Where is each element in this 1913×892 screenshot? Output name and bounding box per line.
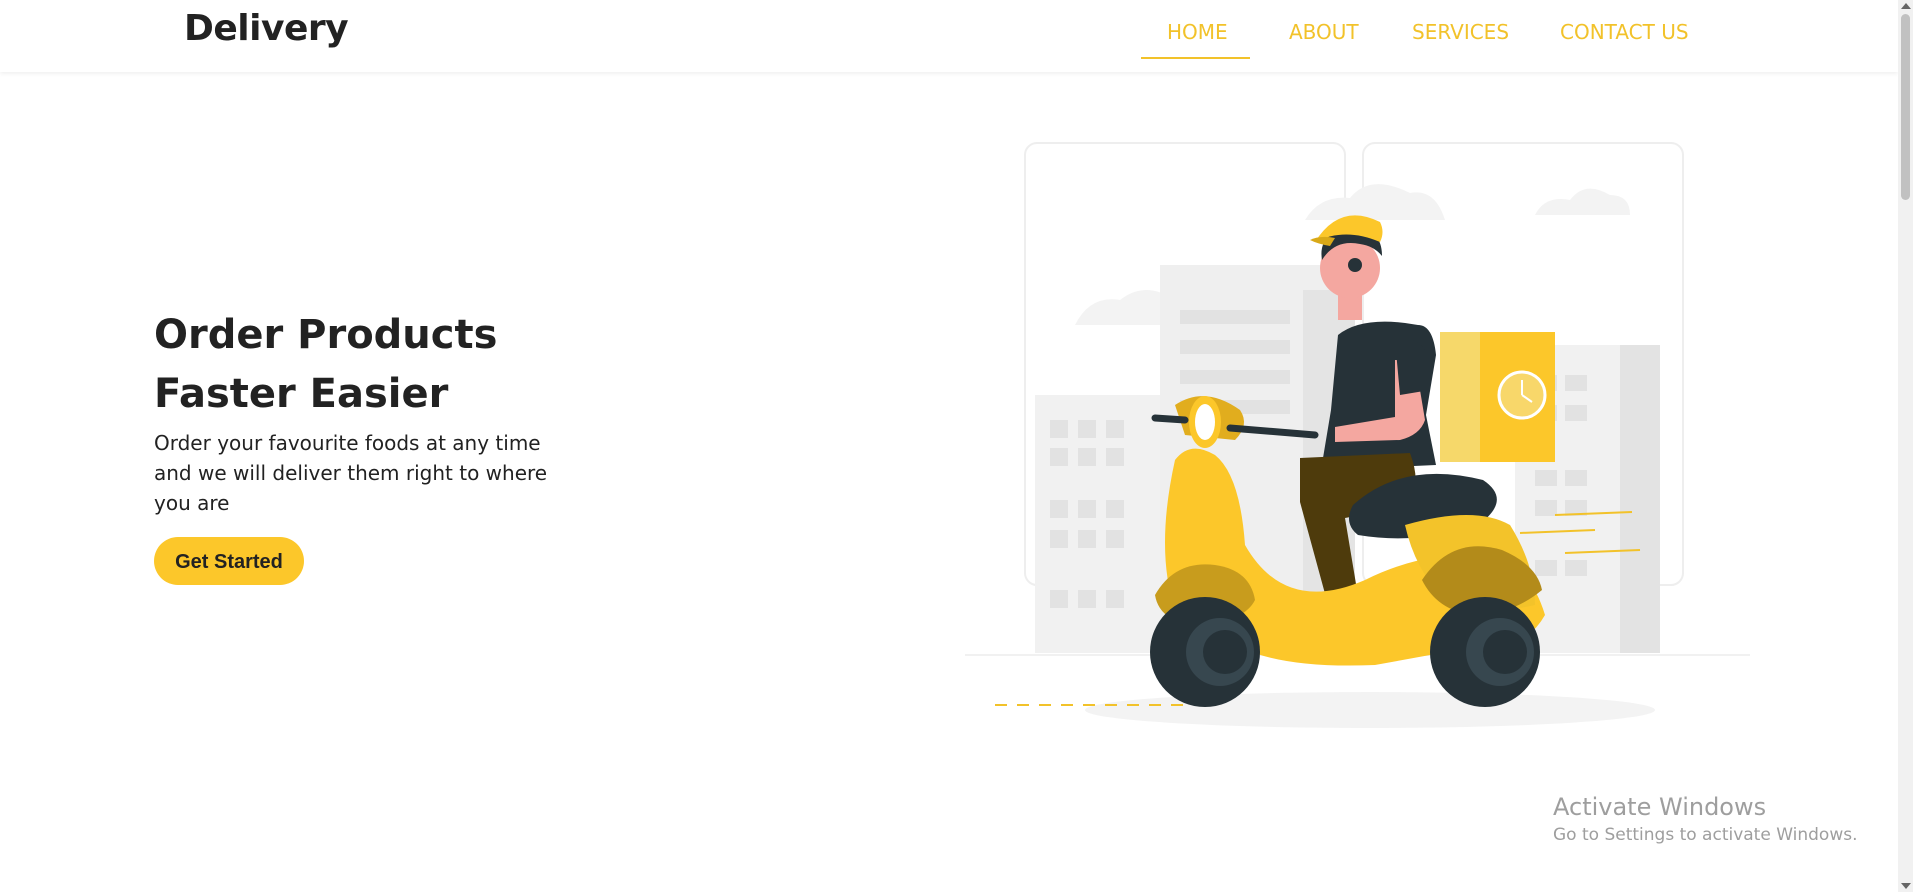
- nav-services[interactable]: SERVICES: [1412, 20, 1509, 44]
- nav-about[interactable]: ABOUT: [1289, 20, 1359, 44]
- scroll-down-arrow-icon[interactable]: [1901, 883, 1911, 889]
- navbar: Delivery HOME ABOUT SERVICES CONTACT US: [0, 0, 1898, 72]
- watermark-title: Activate Windows: [1553, 793, 1767, 821]
- nav-home[interactable]: HOME: [1167, 20, 1228, 44]
- nav-contact-us[interactable]: CONTACT US: [1560, 20, 1689, 44]
- get-started-button[interactable]: Get Started: [154, 537, 304, 585]
- watermark-subtitle: Go to Settings to activate Windows.: [1553, 825, 1858, 845]
- scooter-rider-icon: [965, 142, 1750, 728]
- windows-watermark: Activate Windows Go to Settings to activ…: [1553, 793, 1858, 845]
- hero-title: Order Products Faster Easier: [154, 306, 674, 424]
- scroll-thumb[interactable]: [1901, 14, 1910, 200]
- delivery-scooter-illustration: [960, 140, 1760, 744]
- scroll-up-arrow-icon[interactable]: [1901, 3, 1911, 9]
- brand-logo[interactable]: Delivery: [184, 8, 349, 49]
- vertical-scrollbar[interactable]: [1898, 0, 1913, 892]
- hero-description: Order your favourite foods at any time a…: [154, 431, 548, 515]
- hero-title-line2: Faster Easier: [154, 371, 449, 417]
- nav-home-underline: [1141, 57, 1250, 59]
- hero-title-line1: Order Products: [154, 312, 498, 358]
